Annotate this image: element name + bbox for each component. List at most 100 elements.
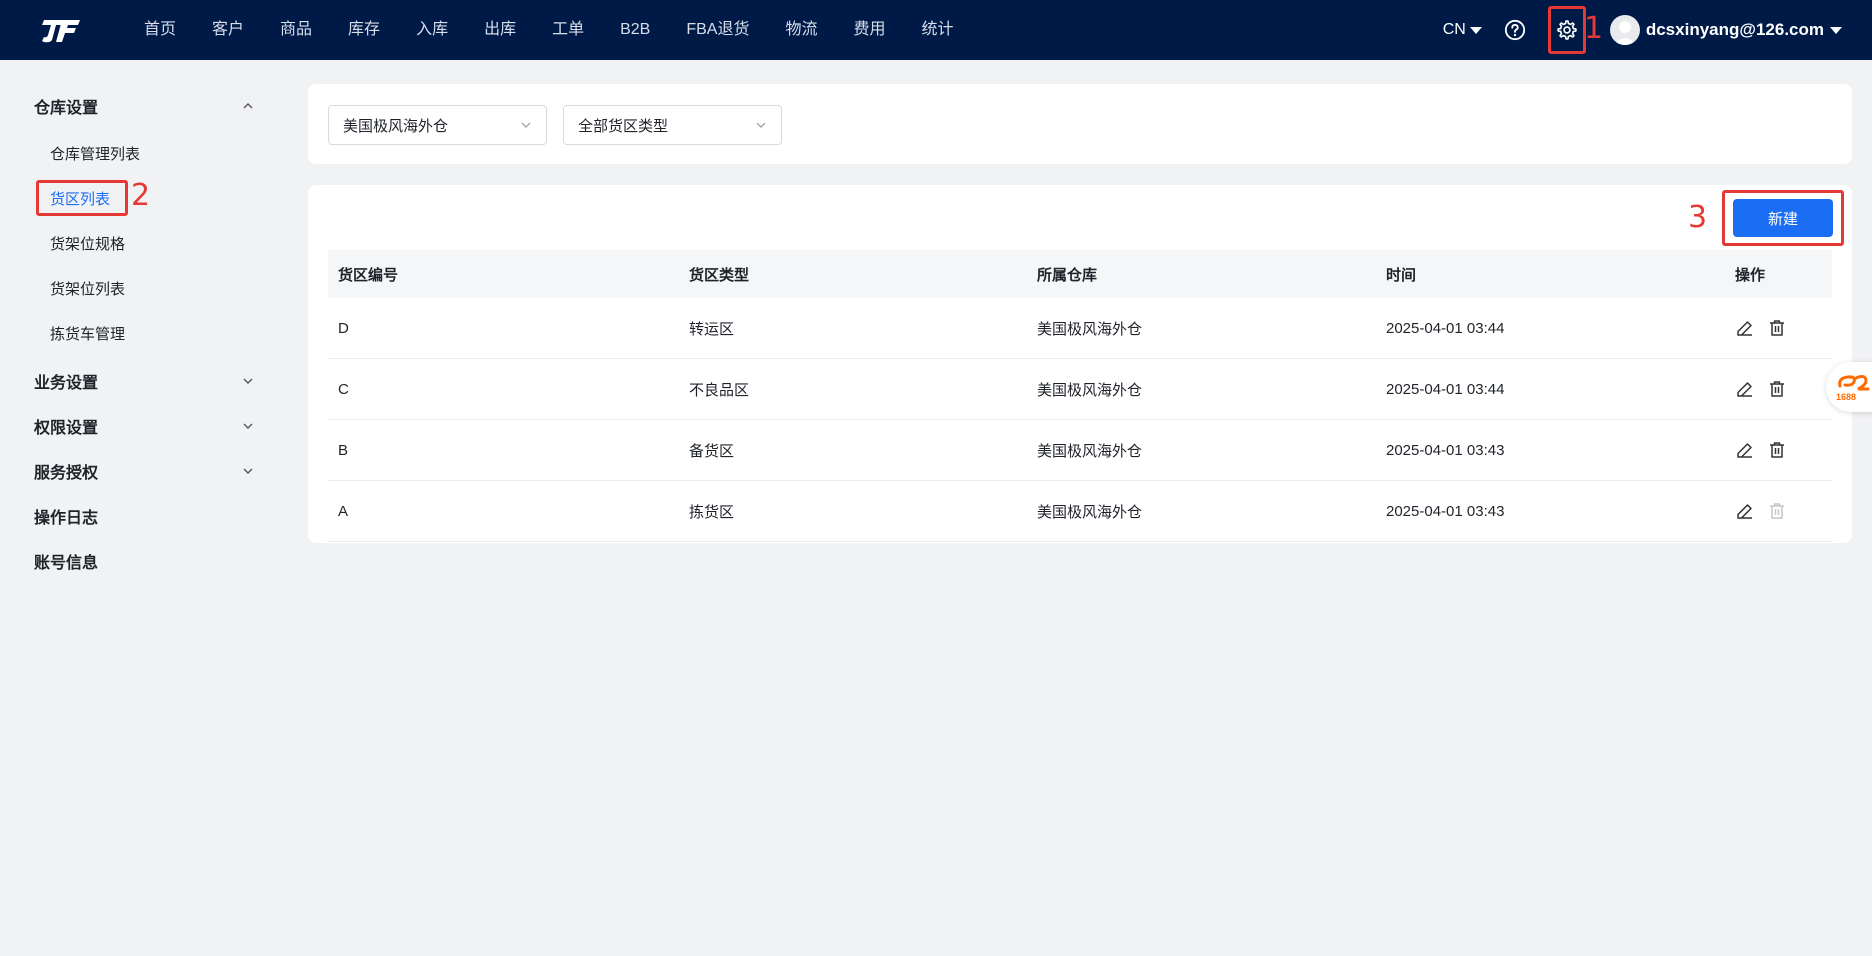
warehouse-select-value: 美国极风海外仓 bbox=[343, 117, 449, 135]
caret-down-icon bbox=[1830, 26, 1842, 34]
alibaba-1688-badge[interactable]: 1688 bbox=[1826, 362, 1872, 412]
alibaba-logo-icon bbox=[1838, 375, 1870, 391]
edit-icon[interactable] bbox=[1735, 318, 1755, 338]
nav-logistics[interactable]: 物流 bbox=[767, 0, 835, 60]
zone-type-select-value: 全部货区类型 bbox=[578, 117, 669, 135]
filter-panel: 美国极风海外仓 全部货区类型 bbox=[308, 84, 1852, 164]
language-switcher[interactable]: CN bbox=[1443, 21, 1482, 39]
cell-zone-code: C bbox=[338, 380, 349, 398]
column-header-warehouse: 所属仓库 bbox=[1037, 266, 1098, 284]
cell-warehouse: 美国极风海外仓 bbox=[1037, 442, 1143, 460]
column-header-zone-type: 货区类型 bbox=[689, 266, 750, 284]
app-logo[interactable] bbox=[38, 15, 96, 45]
trash-icon[interactable] bbox=[1767, 440, 1787, 460]
column-header-time: 时间 bbox=[1386, 266, 1417, 284]
sidebar-group-label: 业务设置 bbox=[34, 375, 99, 392]
sidebar-group-label: 权限设置 bbox=[34, 420, 99, 437]
cell-time: 2025-04-01 03:43 bbox=[1386, 441, 1505, 459]
table-row: A 拣货区 美国极风海外仓 2025-04-01 03:43 bbox=[328, 481, 1832, 542]
column-header-actions: 操作 bbox=[1735, 266, 1766, 284]
row-actions bbox=[1735, 318, 1787, 338]
nav-home[interactable]: 首页 bbox=[132, 0, 194, 60]
sidebar-group-label: 仓库设置 bbox=[34, 100, 99, 117]
column-header-zone-code: 货区编号 bbox=[338, 266, 399, 284]
sidebar-group-label: 服务授权 bbox=[34, 465, 99, 482]
new-zone-button[interactable]: 新建 bbox=[1733, 199, 1833, 237]
cell-zone-type: 不良品区 bbox=[689, 381, 750, 399]
sidebar-group-warehouse-settings[interactable]: 仓库设置 bbox=[34, 91, 254, 121]
trash-icon[interactable] bbox=[1767, 379, 1787, 399]
user-avatar-icon bbox=[1613, 21, 1636, 45]
sidebar-group-label: 账号信息 bbox=[34, 555, 99, 572]
annotation-number-2: 2 bbox=[131, 178, 151, 213]
table-header: 货区编号 货区类型 所属仓库 时间 操作 bbox=[328, 250, 1832, 298]
cell-zone-type: 备货区 bbox=[689, 442, 735, 460]
cell-zone-type: 拣货区 bbox=[689, 503, 735, 521]
annotation-box-2 bbox=[36, 180, 128, 216]
chevron-down-icon bbox=[243, 378, 253, 384]
caret-down-icon bbox=[1469, 26, 1482, 34]
cell-warehouse: 美国极风海外仓 bbox=[1037, 503, 1143, 521]
table-row: D 转运区 美国极风海外仓 2025-04-01 03:44 bbox=[328, 298, 1832, 359]
edit-icon[interactable] bbox=[1735, 379, 1755, 399]
trash-icon-disabled bbox=[1770, 503, 1784, 519]
cell-time: 2025-04-01 03:44 bbox=[1386, 380, 1505, 398]
main-nav: 首页 客户 商品 库存 入库 出库 工单 B2B FBA退货 物流 费用 统计 bbox=[132, 0, 972, 60]
sidebar-item-picking-cart[interactable]: 拣货车管理 bbox=[50, 323, 125, 347]
cell-zone-code: A bbox=[338, 502, 349, 520]
zone-type-select[interactable]: 全部货区类型 bbox=[563, 105, 782, 145]
settings-button[interactable] bbox=[1547, 6, 1586, 54]
nav-fba-returns[interactable]: FBA退货 bbox=[668, 0, 767, 60]
sidebar-group-permission-settings[interactable]: 权限设置 bbox=[34, 411, 254, 441]
sidebar-group-label: 操作日志 bbox=[34, 510, 99, 527]
edit-icon[interactable] bbox=[1735, 440, 1755, 460]
nav-products[interactable]: 商品 bbox=[262, 0, 330, 60]
edit-icon[interactable] bbox=[1735, 501, 1755, 521]
chevron-up-icon bbox=[243, 103, 253, 109]
avatar bbox=[1609, 15, 1640, 45]
sidebar-item-shelf-spec[interactable]: 货架位规格 bbox=[50, 233, 125, 257]
table-row: B 备货区 美国极风海外仓 2025-04-01 03:43 bbox=[328, 420, 1832, 481]
help-icon[interactable] bbox=[1504, 19, 1526, 41]
user-email: dcsxinyang@126.com bbox=[1645, 20, 1824, 39]
cell-time: 2025-04-01 03:43 bbox=[1386, 502, 1505, 520]
top-right-tools: CN dcsxinyang@126.com bbox=[1443, 0, 1842, 60]
sidebar-group-service-authorization[interactable]: 服务授权 bbox=[34, 456, 254, 486]
sidebar-group-business-settings[interactable]: 业务设置 bbox=[34, 366, 254, 396]
nav-statistics[interactable]: 统计 bbox=[904, 0, 972, 60]
nav-b2b[interactable]: B2B bbox=[602, 0, 668, 60]
chevron-down-icon bbox=[521, 122, 531, 128]
row-actions bbox=[1735, 379, 1787, 399]
nav-fees[interactable]: 费用 bbox=[836, 0, 904, 60]
cell-zone-type: 转运区 bbox=[689, 320, 735, 338]
sidebar-item-shelf-list[interactable]: 货架位列表 bbox=[50, 278, 125, 302]
user-menu[interactable]: dcsxinyang@126.com bbox=[1609, 15, 1842, 45]
cell-time: 2025-04-01 03:44 bbox=[1386, 319, 1505, 337]
cell-warehouse: 美国极风海外仓 bbox=[1037, 320, 1143, 338]
warehouse-select[interactable]: 美国极风海外仓 bbox=[328, 105, 547, 145]
chevron-down-icon bbox=[243, 423, 253, 429]
annotation-number-1: 1 bbox=[1584, 11, 1604, 46]
sidebar-item-account-info[interactable]: 账号信息 bbox=[34, 546, 254, 576]
cell-zone-code: D bbox=[338, 319, 349, 337]
badge-label: 1688 bbox=[1836, 392, 1857, 402]
nav-inventory[interactable]: 库存 bbox=[330, 0, 398, 60]
chevron-down-icon bbox=[243, 468, 253, 474]
sidebar-item-warehouse-list[interactable]: 仓库管理列表 bbox=[50, 143, 140, 167]
cell-warehouse: 美国极风海外仓 bbox=[1037, 381, 1143, 399]
sidebar-item-operation-log[interactable]: 操作日志 bbox=[34, 501, 254, 531]
cell-zone-code: B bbox=[338, 441, 349, 459]
chevron-down-icon bbox=[756, 122, 766, 128]
table-row: C 不良品区 美国极风海外仓 2025-04-01 03:44 bbox=[328, 359, 1832, 420]
row-actions bbox=[1735, 440, 1787, 460]
annotation-number-3: 3 bbox=[1688, 200, 1708, 235]
logo-icon bbox=[42, 20, 80, 43]
nav-work-orders[interactable]: 工单 bbox=[534, 0, 602, 60]
row-actions bbox=[1735, 501, 1787, 521]
nav-inbound[interactable]: 入库 bbox=[398, 0, 466, 60]
trash-icon[interactable] bbox=[1767, 318, 1787, 338]
nav-customers[interactable]: 客户 bbox=[194, 0, 262, 60]
language-label: CN bbox=[1442, 21, 1466, 38]
nav-outbound[interactable]: 出库 bbox=[466, 0, 534, 60]
gear-icon bbox=[1557, 20, 1577, 40]
